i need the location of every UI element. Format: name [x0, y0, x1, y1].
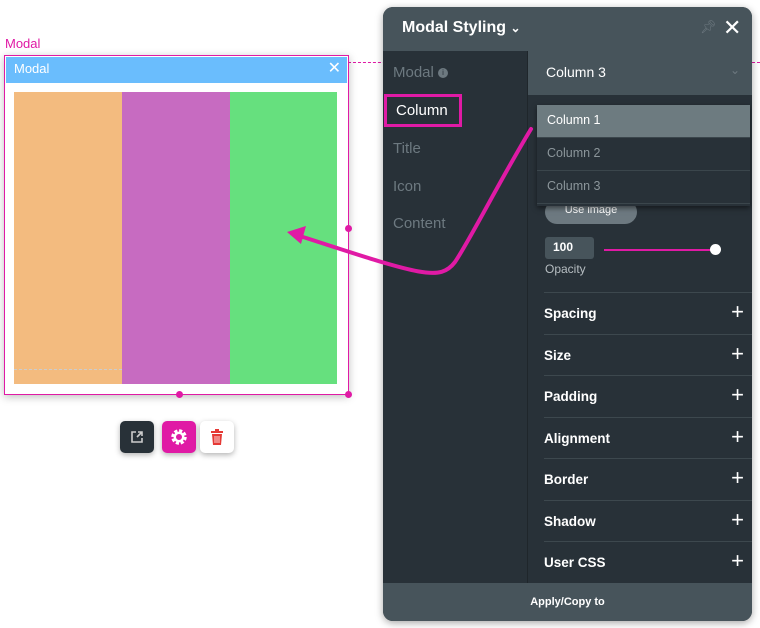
annotation-arrow	[287, 127, 533, 275]
